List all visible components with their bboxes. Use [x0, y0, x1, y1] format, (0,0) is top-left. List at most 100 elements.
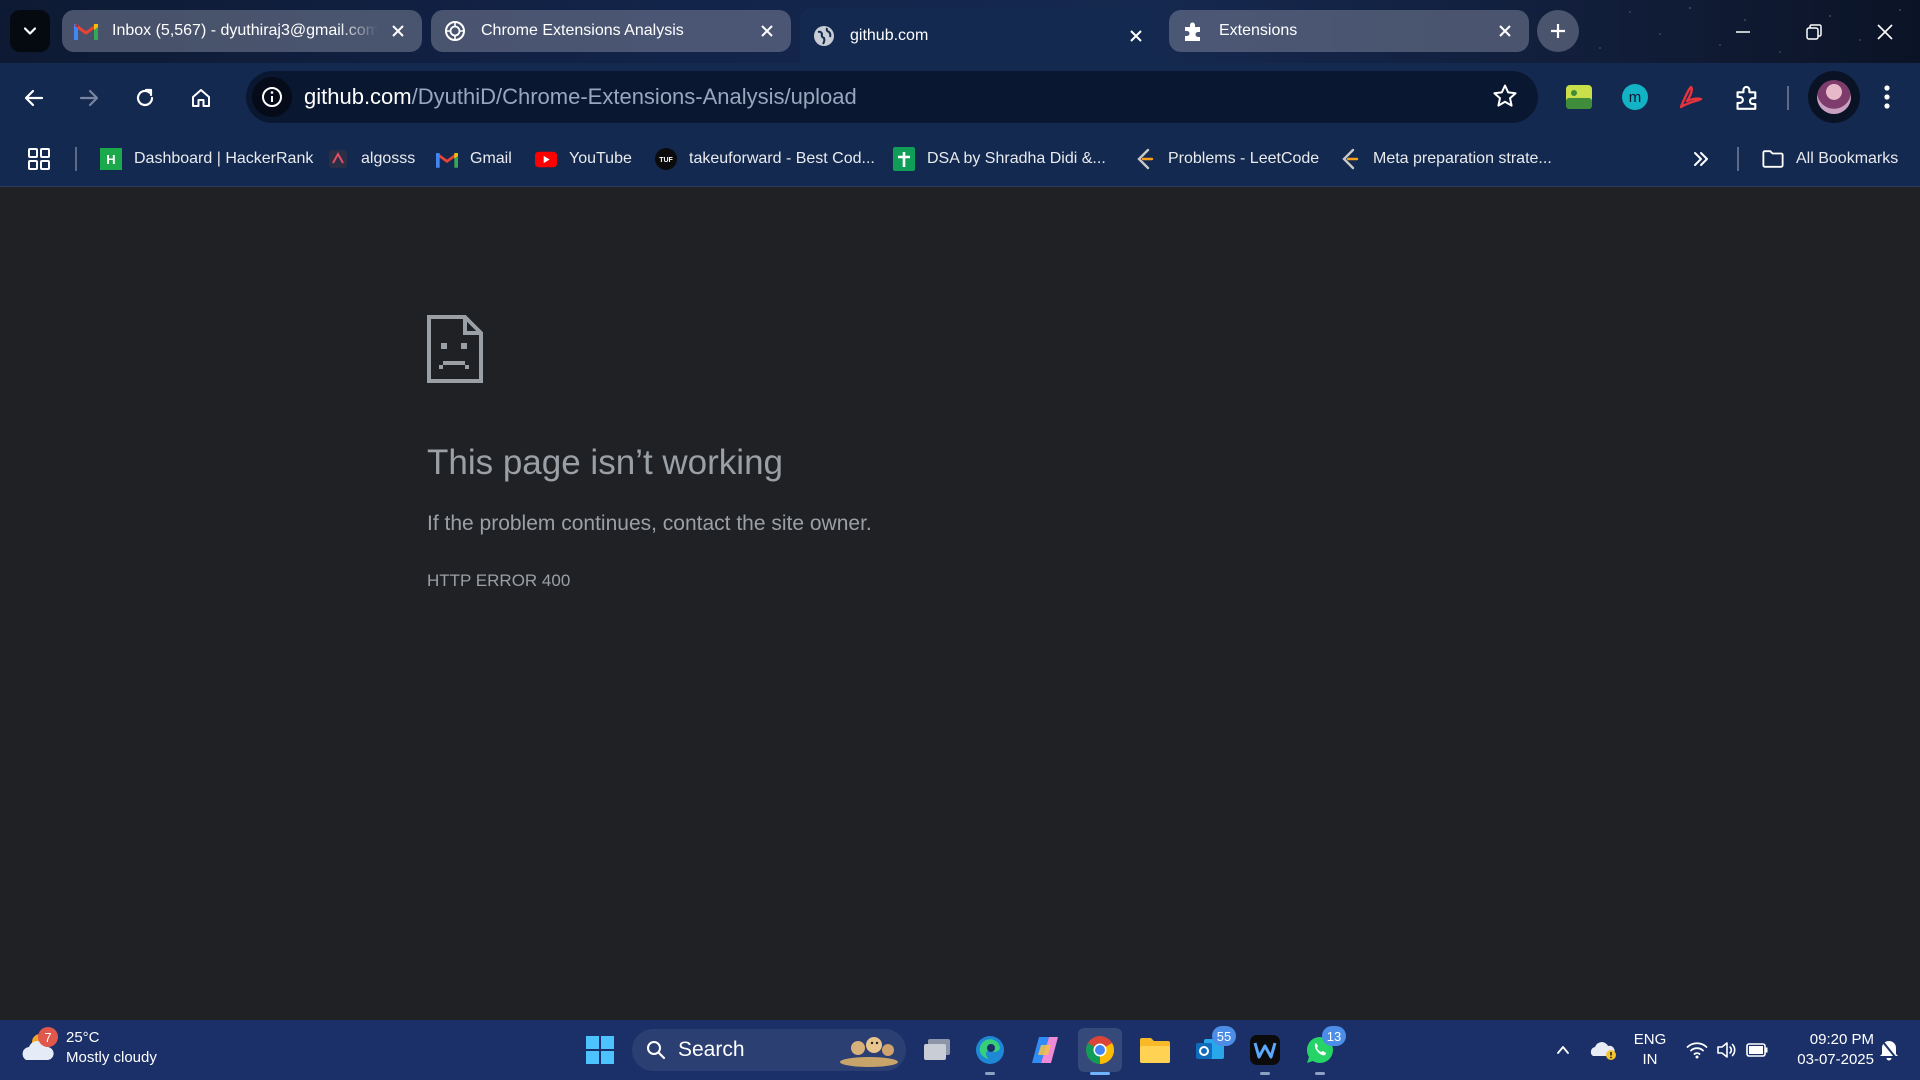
- wifi-tray[interactable]: [1682, 1035, 1712, 1065]
- profile-avatar[interactable]: [1808, 71, 1860, 123]
- bookmark-takeuforward[interactable]: TUF takeuforward - Best Cod...: [655, 143, 875, 175]
- taskbar-task-view[interactable]: [915, 1028, 959, 1072]
- minimize-icon: [1736, 30, 1750, 33]
- chrome-menu-button[interactable]: [1866, 76, 1908, 118]
- weather-widget[interactable]: 7 25°C Mostly cloudy: [20, 1027, 157, 1068]
- taskbar-copilot[interactable]: [1023, 1028, 1067, 1072]
- url-host: github.com: [304, 84, 412, 109]
- globe-icon: [812, 24, 836, 48]
- tab-chrome-extensions-analysis[interactable]: Chrome Extensions Analysis: [431, 10, 791, 52]
- address-bar[interactable]: github.com/DyuthiD/Chrome-Extensions-Ana…: [246, 71, 1538, 123]
- tab-github[interactable]: github.com: [800, 8, 1160, 63]
- tuf-icon: TUF: [655, 148, 677, 170]
- system-clock[interactable]: 09:20 PM 03-07-2025: [1774, 1030, 1874, 1070]
- apps-grid-icon: [28, 148, 50, 170]
- forward-button[interactable]: [69, 78, 109, 118]
- taskbar-search[interactable]: Search: [632, 1029, 906, 1071]
- bookmark-star-icon[interactable]: [1492, 83, 1518, 114]
- show-hidden-icons-button[interactable]: [1548, 1035, 1578, 1065]
- close-window-button[interactable]: [1850, 0, 1920, 63]
- running-indicator: [1090, 1072, 1110, 1075]
- close-icon[interactable]: [1124, 24, 1148, 48]
- task-view-icon: [924, 1039, 950, 1060]
- tab-extensions[interactable]: Extensions: [1169, 10, 1529, 52]
- restore-button[interactable]: [1779, 0, 1849, 63]
- taskbar-file-explorer[interactable]: [1133, 1028, 1177, 1072]
- search-highlight-icon: [840, 1037, 898, 1067]
- reload-button[interactable]: [125, 78, 165, 118]
- bookmark-youtube[interactable]: YouTube: [535, 143, 632, 175]
- gmail-icon: [436, 148, 458, 170]
- toolbar-divider: [1787, 86, 1789, 110]
- svg-text:H: H: [106, 152, 115, 167]
- tab-search-button[interactable]: [10, 10, 50, 52]
- url-text[interactable]: github.com/DyuthiD/Chrome-Extensions-Ana…: [304, 84, 857, 110]
- extension-m-icon[interactable]: m: [1614, 76, 1656, 118]
- bookmark-algosss[interactable]: algosss: [327, 143, 415, 175]
- folder-icon: [1140, 1038, 1170, 1063]
- clock-date: 03-07-2025: [1797, 1051, 1874, 1068]
- bookmarks-divider: [75, 147, 77, 171]
- svg-text:m: m: [1629, 89, 1642, 106]
- apps-button[interactable]: [28, 143, 62, 175]
- site-info-icon[interactable]: [252, 77, 292, 117]
- bookmark-label: DSA by Shradha Didi &...: [927, 150, 1106, 167]
- extension-acrobat-icon[interactable]: [1670, 76, 1712, 118]
- close-icon[interactable]: [755, 19, 779, 43]
- chevron-down-icon: [23, 27, 37, 35]
- bookmark-dsa-sheet[interactable]: DSA by Shradha Didi &...: [893, 143, 1106, 175]
- close-icon[interactable]: [386, 19, 410, 43]
- taskbar-search-label: Search: [678, 1038, 745, 1061]
- all-bookmarks-button[interactable]: All Bookmarks: [1762, 143, 1898, 175]
- home-button[interactable]: [181, 78, 221, 118]
- windows-logo-icon: [586, 1036, 614, 1064]
- tab-title: Inbox (5,567) - dyuthiraj3@gmail.com: [112, 22, 378, 39]
- error-page: This page isn’t working If the problem c…: [0, 187, 1920, 1020]
- weather-alert-badge: 7: [38, 1027, 58, 1047]
- notifications-button[interactable]: [1874, 1035, 1904, 1065]
- wifi-icon: [1686, 1042, 1708, 1059]
- url-path: /DyuthiD/Chrome-Extensions-Analysis/uplo…: [411, 84, 857, 109]
- extensions-menu-icon[interactable]: [1726, 76, 1768, 118]
- input-language[interactable]: ENG IN: [1620, 1030, 1680, 1070]
- onedrive-tray[interactable]: [1586, 1035, 1620, 1065]
- error-code: HTTP ERROR 400: [427, 571, 571, 590]
- running-indicator: [985, 1072, 995, 1075]
- taskbar-whatsapp[interactable]: 13: [1298, 1026, 1346, 1075]
- bookmark-label: Dashboard | HackerRank: [134, 150, 314, 167]
- battery-tray[interactable]: [1742, 1035, 1772, 1065]
- leetcode-icon: [1134, 148, 1156, 170]
- clock-time: 09:20 PM: [1809, 1031, 1874, 1048]
- copilot-icon: [1032, 1037, 1058, 1063]
- close-icon[interactable]: [1493, 19, 1517, 43]
- volume-tray[interactable]: [1712, 1035, 1742, 1065]
- svg-text:TUF: TUF: [659, 157, 673, 164]
- chatgpt-icon: [443, 19, 467, 43]
- puzzle-icon: [1181, 19, 1205, 43]
- new-tab-button[interactable]: [1537, 10, 1579, 52]
- notification-bell-icon: [1880, 1041, 1898, 1061]
- extension-screenshot-icon[interactable]: [1558, 76, 1600, 118]
- back-button[interactable]: [14, 78, 54, 118]
- error-message: If the problem continues, contact the si…: [427, 512, 872, 535]
- taskbar-chrome[interactable]: [1078, 1028, 1122, 1075]
- minimize-button[interactable]: [1708, 0, 1778, 63]
- taskbar-webex[interactable]: [1243, 1028, 1287, 1075]
- folder-icon: [1762, 148, 1784, 170]
- start-button[interactable]: [578, 1028, 622, 1072]
- bookmark-gmail[interactable]: Gmail: [436, 143, 512, 175]
- taskbar-outlook[interactable]: 55: [1188, 1026, 1236, 1072]
- running-indicator: [1315, 1072, 1325, 1075]
- bookmark-leetcode-problems[interactable]: Problems - LeetCode: [1134, 143, 1319, 175]
- bookmark-hackerrank[interactable]: H Dashboard | HackerRank: [100, 143, 313, 175]
- taskbar-edge[interactable]: [968, 1028, 1012, 1075]
- bookmarks-overflow-button[interactable]: [1690, 143, 1724, 175]
- bookmark-meta-preparation[interactable]: Meta preparation strate...: [1339, 143, 1552, 175]
- avatar-image: [1817, 80, 1851, 114]
- bookmark-label: All Bookmarks: [1796, 150, 1899, 167]
- reload-icon: [136, 88, 154, 107]
- tab-gmail-inbox[interactable]: Inbox (5,567) - dyuthiraj3@gmail.com: [62, 10, 422, 52]
- edge-icon: [976, 1036, 1004, 1064]
- onedrive-warning-icon: [1590, 1042, 1616, 1060]
- bookmark-label: Gmail: [470, 150, 512, 167]
